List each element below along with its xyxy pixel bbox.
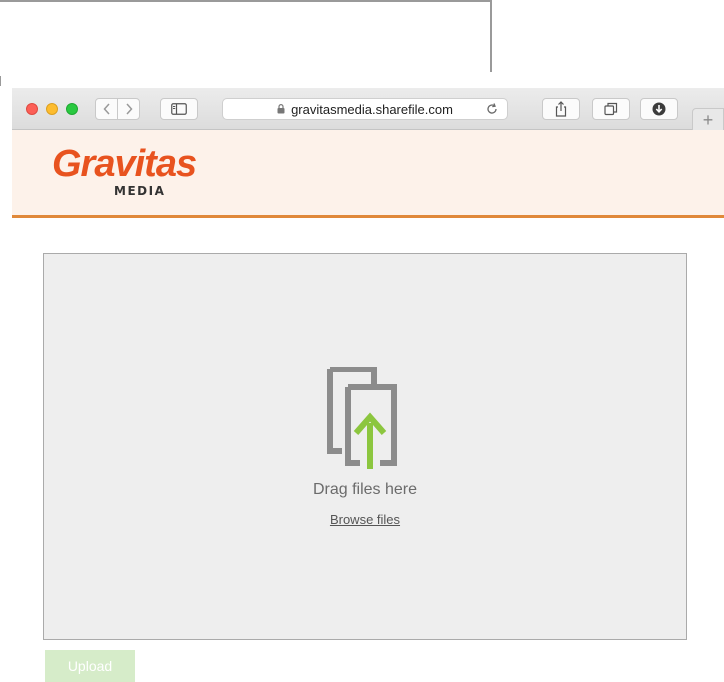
chevron-left-icon — [102, 103, 110, 115]
minimize-window-button[interactable] — [46, 103, 58, 115]
upload-files-icon — [327, 367, 397, 469]
download-icon — [652, 102, 666, 116]
sidebar-toggle-button[interactable] — [160, 98, 198, 120]
share-icon — [555, 101, 567, 117]
share-button[interactable] — [542, 98, 580, 120]
show-tabs-button[interactable] — [592, 98, 630, 120]
browse-files-link[interactable]: Browse files — [44, 512, 686, 527]
logo-wordmark: Gravitas — [52, 143, 197, 185]
close-window-button[interactable] — [26, 103, 38, 115]
background-window-frame — [0, 0, 492, 72]
upload-button[interactable]: Upload — [45, 650, 135, 682]
site-header: Gravitas MEDIA — [12, 130, 724, 218]
address-url: gravitasmedia.sharefile.com — [291, 101, 453, 117]
new-tab-button[interactable]: + — [692, 108, 724, 132]
drag-files-text: Drag files here — [312, 481, 418, 498]
forward-button[interactable] — [117, 98, 140, 120]
back-button[interactable] — [95, 98, 118, 120]
browser-toolbar: gravitasmedia.sharefile.com + — [12, 88, 724, 132]
plus-icon: + — [702, 109, 714, 130]
lock-icon — [277, 104, 285, 114]
reload-icon[interactable] — [485, 102, 499, 116]
zoom-window-button[interactable] — [66, 103, 78, 115]
logo-subtitle: MEDIA — [114, 184, 166, 198]
downloads-button[interactable] — [640, 98, 678, 120]
gravitas-media-logo[interactable]: Gravitas MEDIA — [52, 144, 212, 198]
background-window-edge — [0, 76, 1, 86]
file-dropzone[interactable]: Drag files here Browse files — [43, 253, 687, 640]
address-bar[interactable]: gravitasmedia.sharefile.com — [222, 98, 508, 120]
sidebar-icon — [171, 103, 187, 115]
browser-window: gravitasmedia.sharefile.com + Gravitas M… — [12, 88, 724, 682]
chevron-right-icon — [125, 103, 133, 115]
tabs-overview-icon — [604, 102, 618, 116]
